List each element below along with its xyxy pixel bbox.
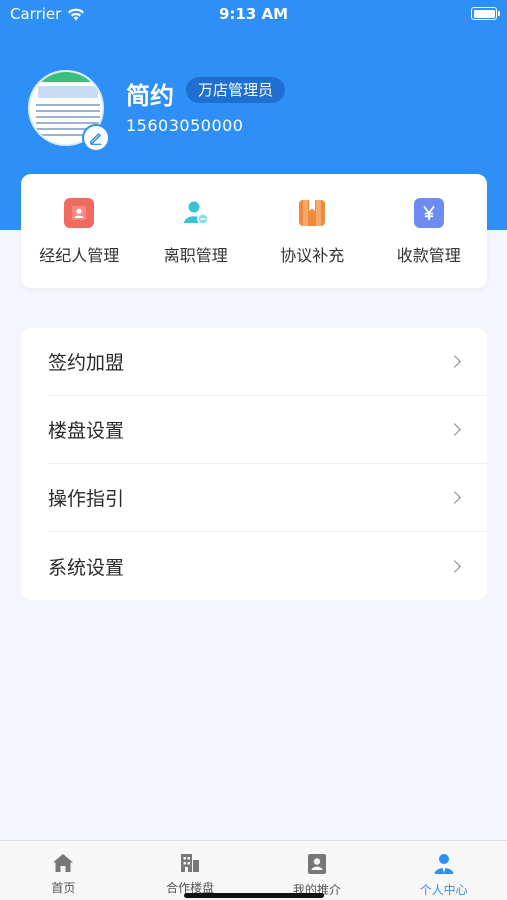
quick-action-payment-management[interactable]: 收款管理	[371, 174, 488, 288]
quick-action-label: 离职管理	[163, 246, 228, 265]
chevron-right-icon	[448, 355, 461, 368]
menu-item-operation-guide[interactable]: 操作指引	[48, 464, 487, 532]
home-indicator	[184, 893, 324, 898]
quick-action-label: 收款管理	[396, 246, 461, 265]
home-icon	[53, 854, 74, 872]
menu-item-label: 操作指引	[48, 488, 125, 510]
menu-item-signing-franchise[interactable]: 签约加盟	[48, 328, 487, 396]
quick-action-agent-management[interactable]: 经纪人管理	[21, 174, 138, 288]
settings-menu: 签约加盟 楼盘设置 操作指引 系统设置	[21, 328, 487, 600]
menu-item-label: 系统设置	[48, 556, 125, 579]
tab-home[interactable]: 首页	[0, 841, 127, 900]
agreement-icon	[297, 198, 327, 228]
chevron-right-icon	[448, 423, 461, 436]
status-bar: Carrier 9:13 AM	[0, 0, 507, 28]
menu-item-label: 楼盘设置	[48, 420, 125, 442]
chevron-right-icon	[448, 491, 461, 504]
quick-action-resignation-management[interactable]: 离职管理	[138, 174, 255, 288]
pencil-icon	[90, 133, 102, 145]
tab-partner-properties[interactable]: 合作楼盘	[127, 841, 254, 900]
tab-my-referrals[interactable]: 我的推介	[254, 841, 381, 900]
menu-item-property-settings[interactable]: 楼盘设置	[48, 396, 487, 464]
menu-item-label: 签约加盟	[48, 352, 125, 374]
battery-icon	[471, 7, 500, 20]
tab-label: 首页	[51, 881, 76, 895]
chevron-right-icon	[448, 559, 461, 573]
payment-icon	[413, 198, 444, 228]
edit-avatar-button[interactable]	[82, 124, 110, 152]
tab-bar: 首页 合作楼盘 我的推介 个人中心	[0, 840, 507, 900]
person-icon	[434, 854, 454, 874]
quick-action-label: 协议补充	[280, 246, 345, 265]
contact-card-icon	[307, 854, 326, 874]
resign-icon	[181, 198, 211, 228]
agent-icon	[64, 198, 95, 228]
tab-label: 个人中心	[419, 883, 468, 897]
building-icon	[181, 854, 200, 872]
quick-action-label: 经纪人管理	[39, 246, 120, 265]
avatar-container[interactable]	[28, 70, 110, 152]
user-name: 简约	[126, 82, 174, 110]
role-badge: 万店管理员	[186, 77, 286, 103]
quick-actions-card: 经纪人管理 离职管理 协议补充 收款管理	[21, 174, 487, 288]
quick-action-agreement-supplement[interactable]: 协议补充	[254, 174, 371, 288]
tab-personal-center[interactable]: 个人中心	[380, 841, 507, 900]
menu-item-system-settings[interactable]: 系统设置	[48, 532, 487, 600]
user-phone: 15603050000	[126, 116, 244, 135]
clock: 9:13 AM	[218, 5, 289, 23]
